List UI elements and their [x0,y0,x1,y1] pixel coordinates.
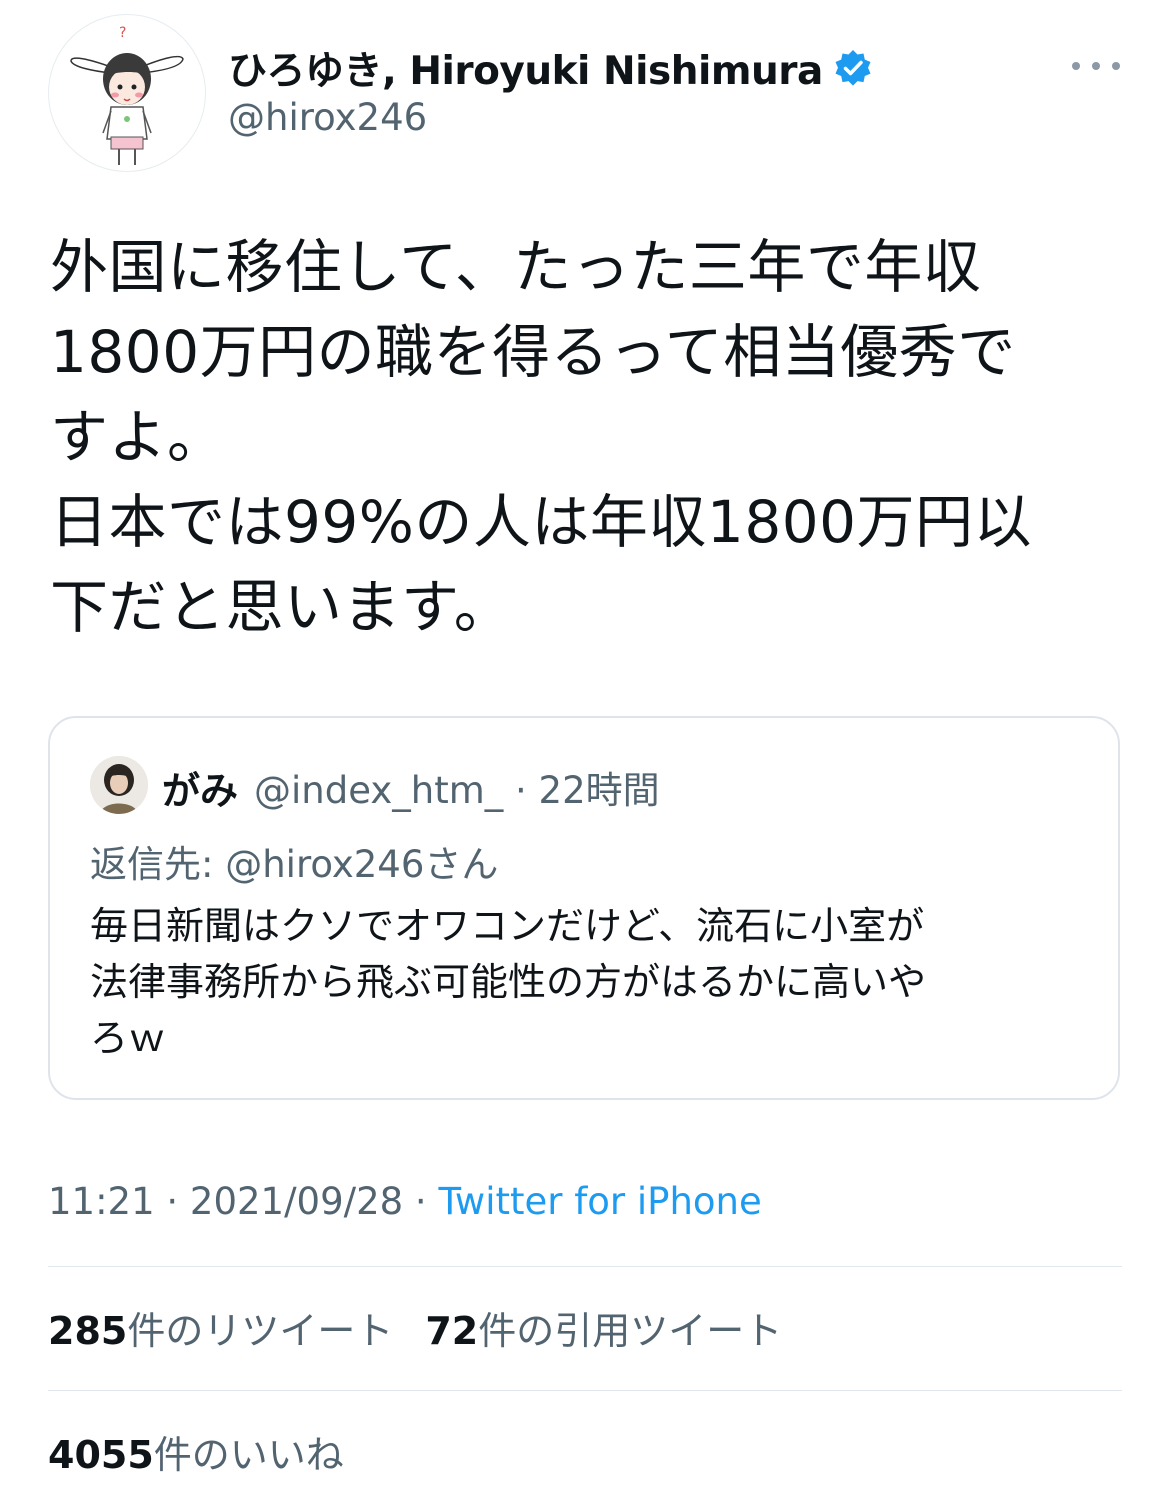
author-display-name[interactable]: ひろゆき, Hiroyuki Nishimura [228,40,823,96]
divider [48,1390,1122,1391]
likes-count: 4055 [48,1433,154,1477]
retweets-label: 件のリツイート [127,1309,394,1353]
retweets-stat[interactable]: 285件のリツイート [48,1300,393,1355]
retweets-count: 285 [48,1309,128,1353]
more-dot [1112,62,1120,70]
quoted-reply-to: 返信先: @hirox246さん [90,843,499,886]
time-date-text: 11:21 · 2021/09/28 · [48,1180,439,1223]
author-handle[interactable]: @hirox246 [228,96,427,139]
verified-badge-icon [833,48,873,88]
quoted-display-name: がみ [162,768,239,813]
divider [48,1266,1122,1267]
quotes-count: 72 [425,1309,479,1353]
quotes-label: 件の引用ツイート [478,1309,783,1353]
quoted-author-avatar [90,756,148,814]
more-dot [1092,62,1100,70]
quoted-handle-time: @index_htm_ · 22時間 [254,769,660,812]
author-avatar[interactable]: ? [48,14,206,172]
quoted-header: がみ @index_htm_ · 22時間 [162,758,660,816]
source-link[interactable]: Twitter for iPhone [438,1180,761,1223]
more-dot [1072,62,1080,70]
quotes-stat[interactable]: 72件の引用ツイート [425,1300,782,1355]
author-avatar-illustration: ? [70,25,184,165]
likes-stat[interactable]: 4055件のいいね [48,1424,344,1479]
more-horizontal-icon[interactable] [1072,48,1120,84]
svg-text:?: ? [119,25,126,41]
quoted-avatar-photo [90,756,148,814]
likes-label: 件のいいね [153,1433,344,1477]
quoted-tweet-card[interactable]: がみ @index_htm_ · 22時間 返信先: @hirox246さん 毎… [48,716,1120,1100]
tweet-timestamp: 11:21 · 2021/09/28 · Twitter for iPhone [48,1180,762,1223]
engagement-stats: 285件のリツイート 72件の引用ツイート [48,1300,782,1355]
tweet-text: 外国に移住して、たった三年で年収 1800万円の職を得るって相当優秀で すよ。 … [50,233,1033,641]
quoted-tweet-text: 毎日新聞はクソでオワコンだけど、流石に小室が 法律事務所から飛ぶ可能性の方がはる… [90,904,927,1060]
author-name-row[interactable]: ひろゆき, Hiroyuki Nishimura [228,40,873,96]
